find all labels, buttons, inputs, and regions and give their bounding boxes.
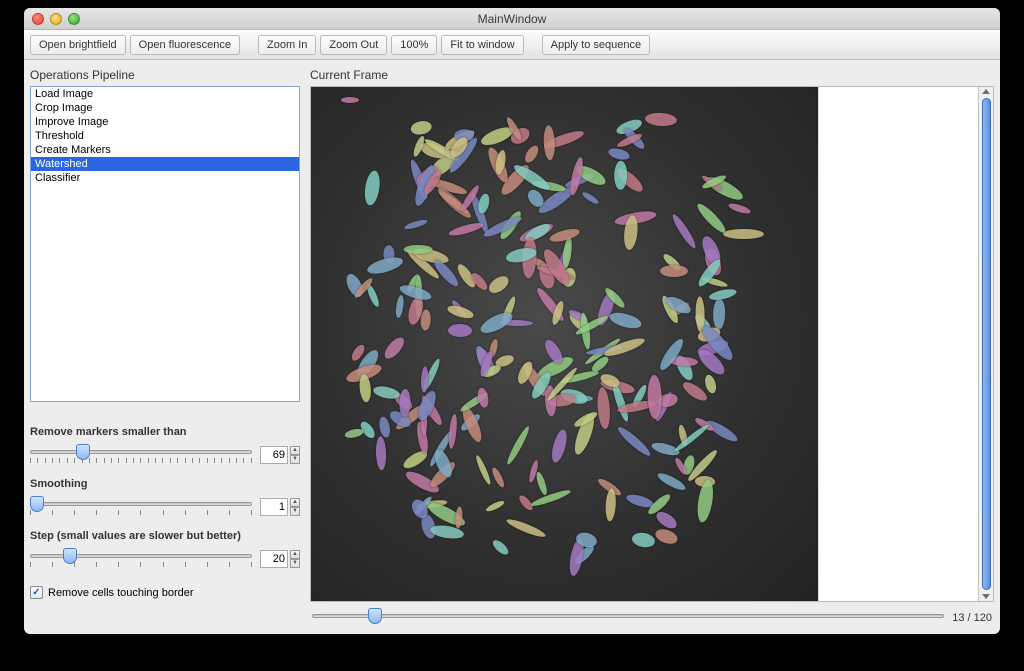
remove-border-label: Remove cells touching border	[48, 587, 194, 599]
step-input[interactable]	[260, 550, 288, 568]
smoothing-slider[interactable]	[30, 496, 252, 518]
frame-counter: 13 / 120	[952, 612, 992, 624]
step-slider[interactable]	[30, 548, 252, 570]
pipeline-item[interactable]: Threshold	[31, 129, 299, 143]
open-brightfield-button[interactable]: Open brightfield	[30, 35, 126, 55]
pipeline-item[interactable]: Classifier	[31, 171, 299, 185]
zoom-100-button[interactable]: 100%	[391, 35, 437, 55]
remove-markers-spinbox[interactable]: ▲ ▼	[260, 446, 300, 464]
close-icon[interactable]	[32, 13, 44, 25]
stepper-up-icon[interactable]: ▲	[290, 550, 300, 559]
slider-thumb[interactable]	[76, 444, 90, 460]
titlebar: MainWindow	[24, 8, 1000, 30]
pipeline-list[interactable]: Load ImageCrop ImageImprove ImageThresho…	[30, 86, 300, 402]
pipeline-item[interactable]: Improve Image	[31, 115, 299, 129]
pipeline-item[interactable]: Create Markers	[31, 143, 299, 157]
apply-sequence-button[interactable]: Apply to sequence	[542, 35, 651, 55]
right-panel: Current Frame 13 / 120	[310, 66, 994, 628]
smoothing-label: Smoothing	[30, 478, 300, 490]
zoom-in-button[interactable]: Zoom In	[258, 35, 316, 55]
scroll-up-icon[interactable]	[982, 89, 990, 94]
open-fluorescence-button[interactable]: Open fluorescence	[130, 35, 240, 55]
stepper-down-icon[interactable]: ▼	[290, 507, 300, 516]
current-frame-heading: Current Frame	[310, 68, 994, 82]
toolbar: Open brightfield Open fluorescence Zoom …	[24, 30, 1000, 60]
fit-window-button[interactable]: Fit to window	[441, 35, 523, 55]
stepper-down-icon[interactable]: ▼	[290, 559, 300, 568]
content-area: Operations Pipeline Load ImageCrop Image…	[24, 60, 1000, 634]
image-canvas[interactable]	[311, 87, 818, 601]
viewer-blank-area	[818, 87, 978, 601]
smoothing-input[interactable]	[260, 498, 288, 516]
remove-markers-label: Remove markers smaller than	[30, 426, 300, 438]
slider-thumb[interactable]	[30, 496, 44, 512]
zoom-icon[interactable]	[68, 13, 80, 25]
step-label: Step (small values are slower but better…	[30, 530, 300, 542]
scrollbar-thumb[interactable]	[982, 98, 991, 590]
stepper-up-icon[interactable]: ▲	[290, 446, 300, 455]
traffic-lights	[32, 13, 80, 25]
pipeline-item[interactable]: Watershed	[31, 157, 299, 171]
step-spinbox[interactable]: ▲ ▼	[260, 550, 300, 568]
parameter-panel: Remove markers smaller than ▲ ▼	[30, 420, 300, 599]
main-window: MainWindow Open brightfield Open fluores…	[24, 8, 1000, 634]
image-viewer	[310, 86, 994, 602]
pipeline-item[interactable]: Load Image	[31, 87, 299, 101]
pipeline-item[interactable]: Crop Image	[31, 101, 299, 115]
slider-thumb[interactable]	[63, 548, 77, 564]
vertical-scrollbar[interactable]	[978, 87, 993, 601]
minimize-icon[interactable]	[50, 13, 62, 25]
remove-markers-slider[interactable]	[30, 444, 252, 466]
remove-border-checkbox[interactable]: ✓	[30, 586, 43, 599]
pipeline-heading: Operations Pipeline	[30, 68, 300, 82]
stepper-up-icon[interactable]: ▲	[290, 498, 300, 507]
stepper-down-icon[interactable]: ▼	[290, 455, 300, 464]
window-title: MainWindow	[24, 12, 1000, 26]
frame-slider[interactable]	[312, 608, 944, 628]
slider-thumb[interactable]	[368, 608, 382, 624]
smoothing-spinbox[interactable]: ▲ ▼	[260, 498, 300, 516]
left-panel: Operations Pipeline Load ImageCrop Image…	[30, 66, 300, 628]
scroll-down-icon[interactable]	[982, 594, 990, 599]
zoom-out-button[interactable]: Zoom Out	[320, 35, 387, 55]
remove-markers-input[interactable]	[260, 446, 288, 464]
